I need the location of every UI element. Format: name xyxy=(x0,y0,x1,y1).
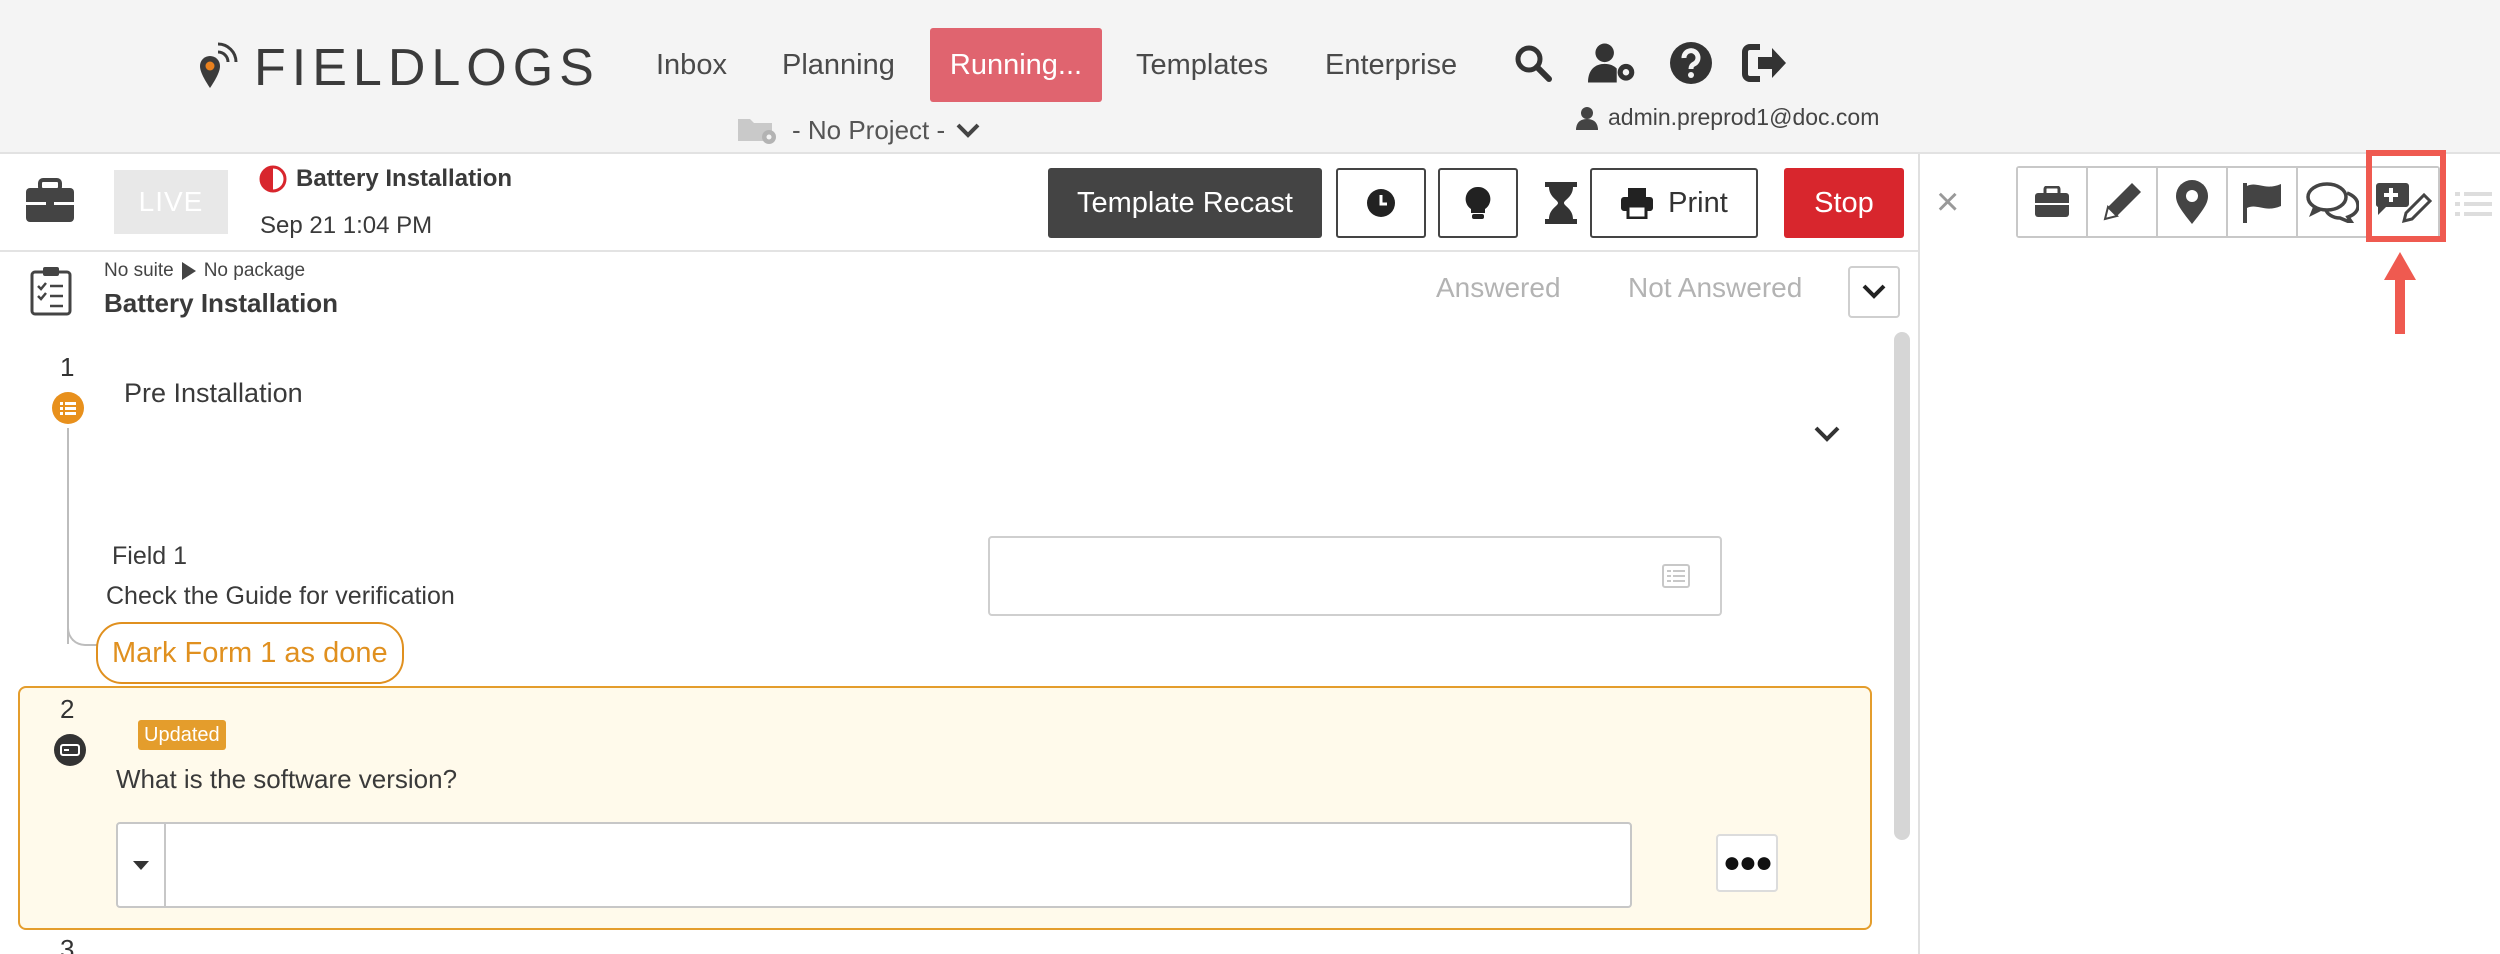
folder-settings-icon xyxy=(738,119,776,144)
user-account[interactable]: admin.preprod1@doc.com xyxy=(1576,104,1879,131)
breadcrumb-package: No package xyxy=(203,260,306,281)
run-toolbar: LIVE Battery Installation Sep 21 1:04 PM… xyxy=(0,156,1918,252)
top-header: FIELDLOGS Inbox Planning Running... Temp… xyxy=(0,0,2500,154)
search-icon[interactable] xyxy=(1508,38,1558,88)
step-number: 3 xyxy=(60,934,75,954)
printer-icon xyxy=(1621,188,1654,219)
user-icon xyxy=(1576,106,1598,130)
flag-icon[interactable] xyxy=(2228,168,2298,236)
checklist-clipboard-icon xyxy=(30,266,72,321)
field-description: Check the Guide for verification xyxy=(106,582,455,610)
arrow-up-icon xyxy=(2380,250,2420,341)
print-button[interactable]: Print xyxy=(1590,168,1758,238)
chevron-down-icon xyxy=(956,123,980,138)
nav-planning[interactable]: Planning xyxy=(782,28,895,102)
expand-all-button[interactable] xyxy=(1848,266,1900,318)
logo-pin-icon xyxy=(200,42,238,88)
step-2-card: 2 Updated What is the software version? … xyxy=(18,686,1872,930)
comments-icon[interactable] xyxy=(2298,168,2368,236)
filter-answered[interactable]: Answered xyxy=(1436,272,1561,304)
user-email: admin.preprod1@doc.com xyxy=(1608,104,1880,130)
clock-icon xyxy=(1367,189,1395,217)
step-collapse-chevron-icon[interactable] xyxy=(1812,424,1842,449)
lightbulb-icon xyxy=(1465,186,1491,219)
list-icon xyxy=(52,392,84,424)
briefcase-icon[interactable] xyxy=(2018,168,2088,236)
project-selector-label: - No Project - xyxy=(792,114,946,145)
hourglass-icon xyxy=(1545,182,1577,224)
updated-badge: Updated xyxy=(138,720,226,750)
logo[interactable]: FIELDLOGS xyxy=(196,36,600,100)
nav-templates[interactable]: Templates xyxy=(1136,28,1268,102)
play-triangle-icon xyxy=(181,262,196,280)
timer-button[interactable] xyxy=(1536,168,1586,238)
hint-button[interactable] xyxy=(1438,168,1518,238)
help-icon[interactable] xyxy=(1666,38,1716,88)
close-panel-icon[interactable]: × xyxy=(1936,180,1959,225)
print-label: Print xyxy=(1668,186,1728,219)
field-1-input[interactable] xyxy=(988,536,1722,616)
run-title-text: Battery Installation xyxy=(296,165,513,192)
nav-inbox[interactable]: Inbox xyxy=(656,28,727,102)
project-selector[interactable]: - No Project - xyxy=(736,110,993,150)
run-date: Sep 21 1:04 PM xyxy=(260,212,433,239)
list-icon[interactable] xyxy=(2454,188,2494,225)
caret-down-icon[interactable] xyxy=(118,824,166,906)
pencil-icon[interactable] xyxy=(2088,168,2158,236)
template-recast-button[interactable]: Template Recast xyxy=(1048,168,1322,238)
software-version-select[interactable] xyxy=(116,822,1632,908)
chevron-down-icon xyxy=(1862,284,1886,299)
history-button[interactable] xyxy=(1336,168,1426,238)
breadcrumb: No suite No package xyxy=(104,260,305,282)
stop-button[interactable]: Stop xyxy=(1784,168,1904,238)
logout-icon[interactable] xyxy=(1740,38,1790,88)
nav-enterprise[interactable]: Enterprise xyxy=(1325,28,1457,102)
breadcrumb-suite: No suite xyxy=(104,260,174,281)
location-pin-icon[interactable] xyxy=(2158,168,2228,236)
question-text: What is the software version? xyxy=(116,764,458,794)
run-title: Battery Installation xyxy=(258,164,512,194)
scrollbar[interactable] xyxy=(1894,332,1910,840)
procedure-title: Battery Installation xyxy=(104,288,339,318)
procedure-content: No suite No package Battery Installation… xyxy=(0,252,1918,954)
briefcase-icon[interactable] xyxy=(24,178,76,229)
step-title: Pre Installation xyxy=(124,378,303,408)
step-number: 1 xyxy=(60,352,75,382)
status-half-circle-icon xyxy=(259,165,287,193)
user-settings-icon[interactable] xyxy=(1588,38,1638,88)
input-field-icon xyxy=(54,734,86,766)
note-icon xyxy=(1662,564,1690,593)
field-label: Field 1 xyxy=(112,542,188,570)
step-number: 2 xyxy=(60,694,75,724)
filter-not-answered[interactable]: Not Answered xyxy=(1628,272,1802,304)
mark-form-done-button[interactable]: Mark Form 1 as done xyxy=(96,622,404,684)
nav-running[interactable]: Running... xyxy=(930,28,1102,102)
live-badge[interactable]: LIVE xyxy=(114,170,228,234)
more-options-button[interactable]: ●●● xyxy=(1716,834,1778,892)
logo-text: FIELDLOGS xyxy=(254,39,600,97)
highlight-box xyxy=(2366,150,2446,242)
